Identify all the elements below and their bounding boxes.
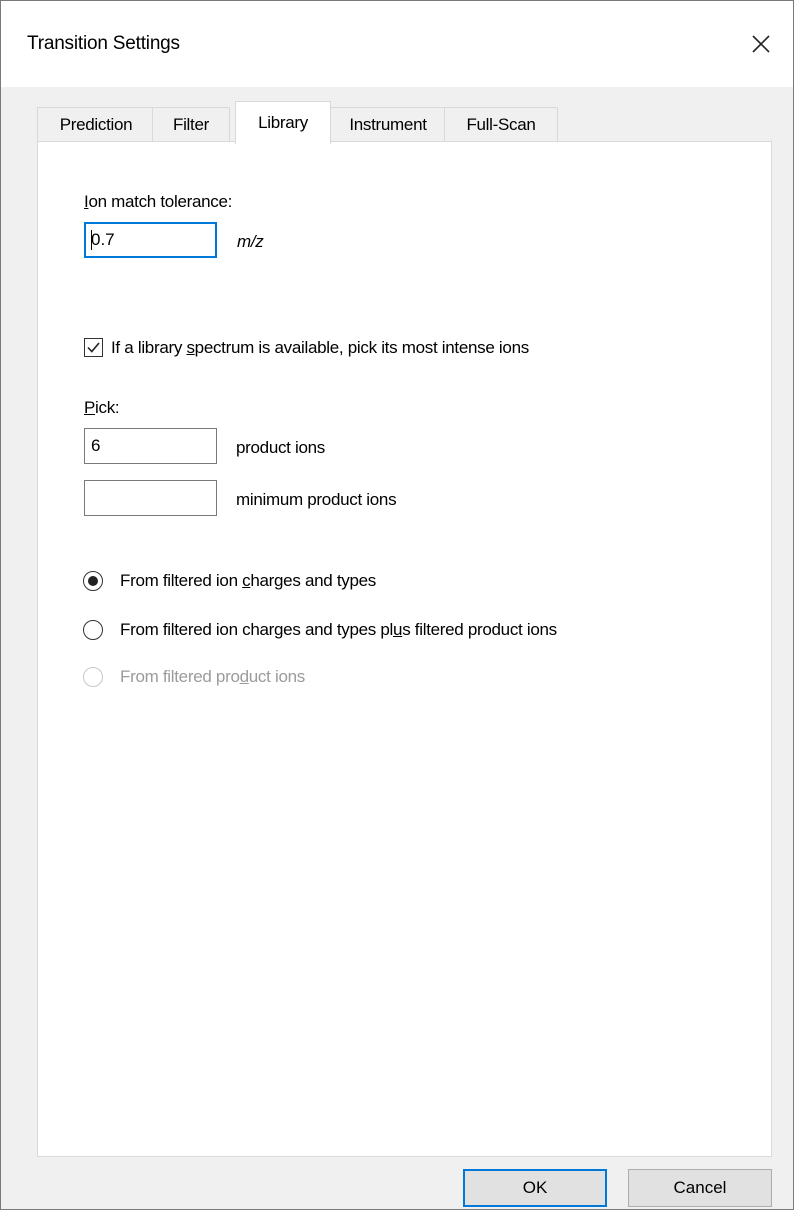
text-caret bbox=[91, 229, 92, 250]
tab-label: Library bbox=[258, 113, 308, 132]
tab-label: Full-Scan bbox=[466, 115, 536, 134]
cancel-button[interactable]: Cancel bbox=[628, 1169, 772, 1207]
pick-label: Pick: bbox=[84, 398, 120, 417]
close-icon bbox=[752, 35, 770, 53]
mz-unit-label: m/z bbox=[237, 232, 264, 251]
tab-library[interactable]: Library bbox=[235, 101, 331, 144]
product-ions-label: product ions bbox=[236, 438, 326, 457]
library-tab-panel: Ion match tolerance: 0.7 m/z If a librar… bbox=[37, 141, 772, 1157]
tab-label: Prediction bbox=[59, 115, 133, 134]
radio-filtered-charges-types-label: From filtered ion charges and types bbox=[120, 571, 376, 590]
tab-instrument[interactable]: Instrument bbox=[329, 107, 447, 142]
checkmark-icon bbox=[87, 342, 100, 353]
window-title: Transition Settings bbox=[27, 33, 180, 54]
min-product-ions-input[interactable] bbox=[84, 480, 217, 516]
pick-intense-ions-label: If a library spectrum is available, pick… bbox=[111, 338, 529, 357]
transition-settings-dialog: Transition Settings Prediction Filter Li… bbox=[0, 0, 794, 1210]
close-button[interactable] bbox=[729, 1, 793, 87]
tab-label: Instrument bbox=[349, 115, 427, 134]
min-product-ions-label: minimum product ions bbox=[236, 490, 397, 509]
radio-filtered-charges-types-plus-products[interactable] bbox=[83, 620, 103, 640]
ion-match-tolerance-label: Ion match tolerance: bbox=[84, 192, 233, 211]
pick-intense-ions-checkbox[interactable] bbox=[84, 338, 103, 357]
tab-prediction[interactable]: Prediction bbox=[37, 107, 155, 142]
title-bar: Transition Settings bbox=[1, 1, 793, 87]
tab-filter[interactable]: Filter bbox=[152, 107, 230, 142]
radio-filtered-product-ions bbox=[83, 667, 103, 687]
ion-match-tolerance-input[interactable]: 0.7 bbox=[84, 222, 217, 258]
tab-label: Filter bbox=[173, 115, 209, 134]
product-ions-input[interactable]: 6 bbox=[84, 428, 217, 464]
radio-filtered-charges-types-plus-products-label: From filtered ion charges and types plus… bbox=[120, 620, 557, 639]
ok-button[interactable]: OK bbox=[463, 1169, 607, 1207]
radio-filtered-product-ions-label: From filtered product ions bbox=[120, 667, 305, 686]
tab-full-scan[interactable]: Full-Scan bbox=[444, 107, 558, 142]
radio-filtered-charges-types[interactable] bbox=[83, 571, 103, 591]
